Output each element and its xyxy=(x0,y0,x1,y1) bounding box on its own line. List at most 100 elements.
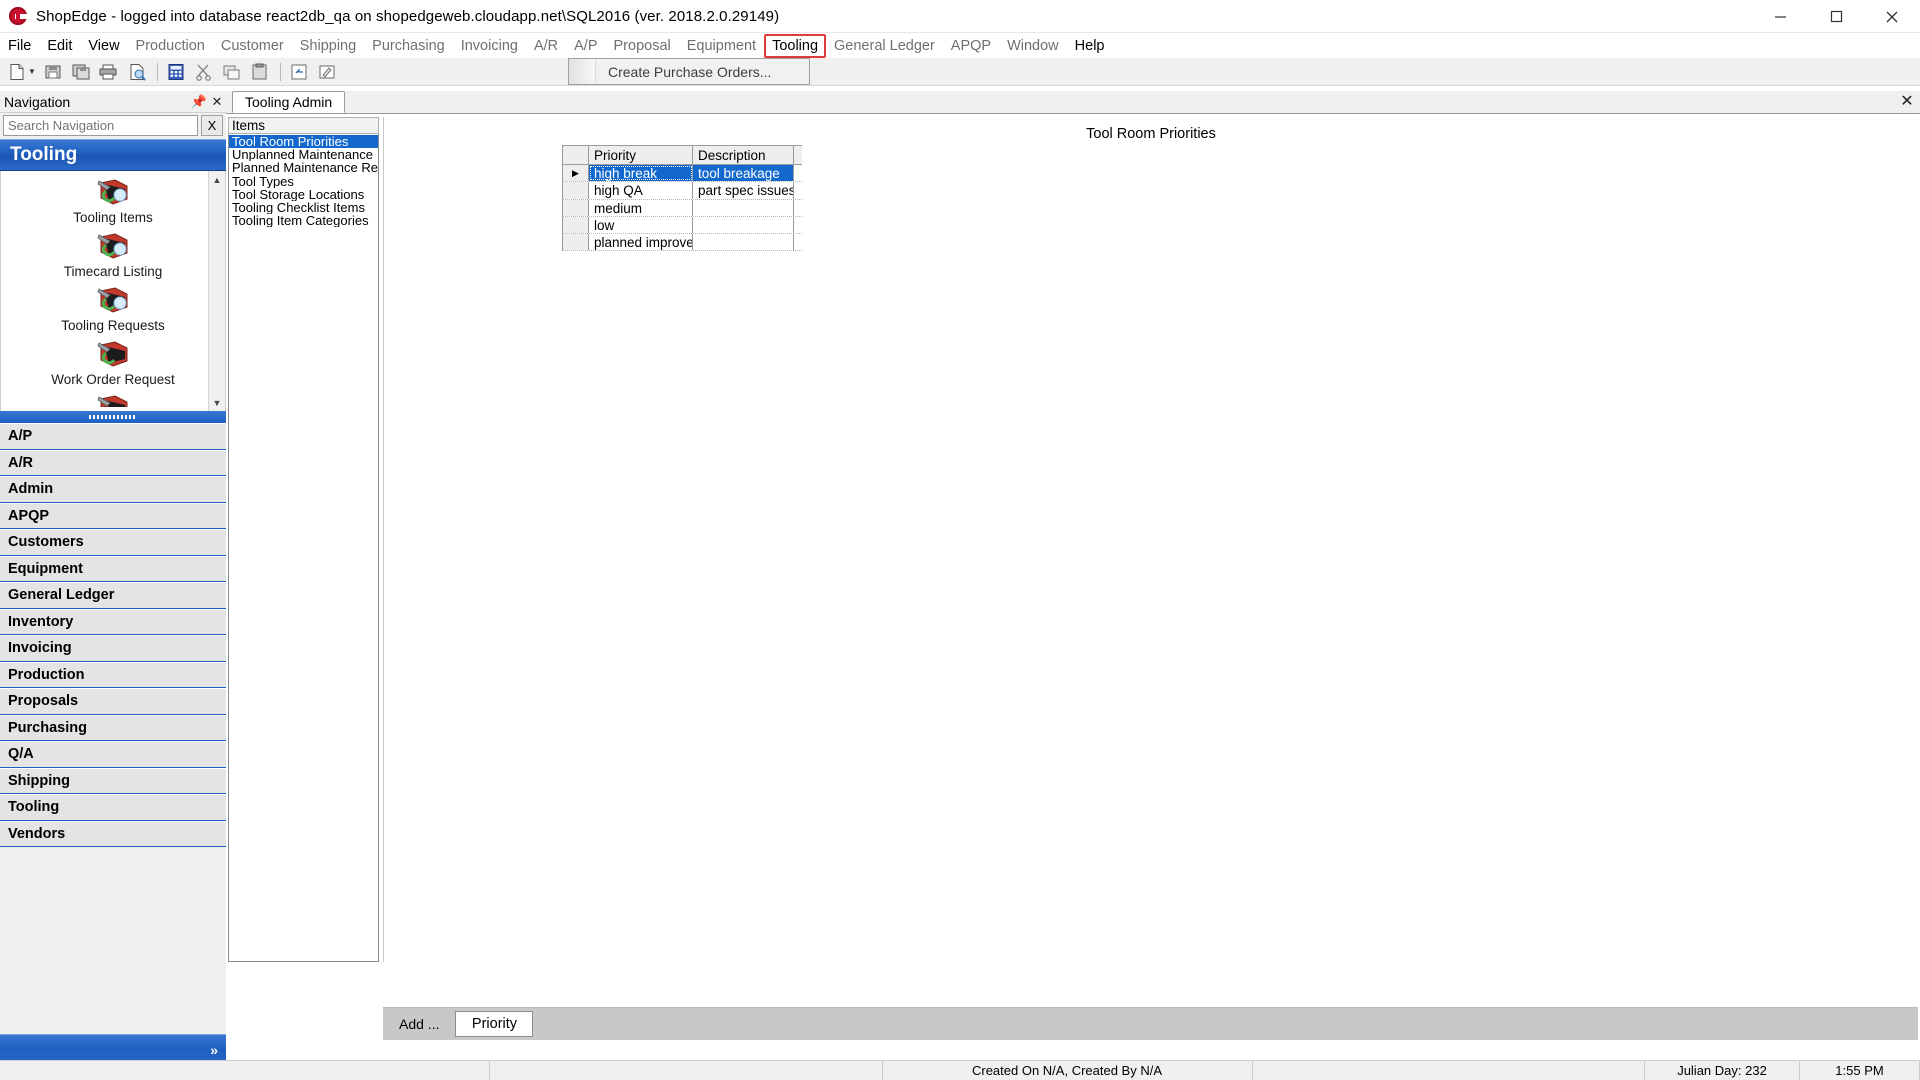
menu-production[interactable]: Production xyxy=(128,34,213,58)
cell-priority[interactable]: medium xyxy=(589,199,693,216)
priorities-grid[interactable]: Priority Description high break tool bre… xyxy=(562,145,802,252)
cell-description[interactable] xyxy=(693,234,794,251)
close-icon[interactable]: ✕ xyxy=(208,94,226,110)
clear-search-button[interactable]: X xyxy=(201,115,223,136)
paste-icon[interactable] xyxy=(247,60,273,84)
list-item[interactable]: Tool Storage Locations xyxy=(229,188,378,201)
nav-group-header-tooling[interactable]: Tooling xyxy=(0,139,226,171)
new-document-icon[interactable] xyxy=(4,60,30,84)
cell-description[interactable]: tool breakage xyxy=(693,165,794,182)
sidebar-item-customers[interactable]: Customers xyxy=(0,529,226,556)
menu-purchasing[interactable]: Purchasing xyxy=(364,34,453,58)
cell-priority[interactable]: high QA xyxy=(589,182,693,199)
notes-icon[interactable] xyxy=(314,60,340,84)
menu-customer[interactable]: Customer xyxy=(213,34,292,58)
undo-icon[interactable] xyxy=(286,60,312,84)
menu-apqp[interactable]: APQP xyxy=(943,34,999,58)
menu-tooling[interactable]: Tooling xyxy=(764,33,827,58)
sidebar-item-purchasing[interactable]: Purchasing xyxy=(0,714,226,741)
sidebar-item-qa[interactable]: Q/A xyxy=(0,741,226,768)
menu-file[interactable]: File xyxy=(0,34,39,58)
table-row[interactable]: medium xyxy=(563,199,802,217)
scroll-down-icon[interactable]: ▼ xyxy=(209,394,225,411)
print-preview-icon[interactable] xyxy=(124,60,150,84)
minimize-button[interactable] xyxy=(1752,0,1808,33)
sidebar-item-general-ledger[interactable]: General Ledger xyxy=(0,582,226,609)
table-row[interactable]: high break tool breakage xyxy=(563,165,802,183)
row-marker-icon xyxy=(563,216,589,234)
sidebar-item-shipping[interactable]: Shipping xyxy=(0,767,226,794)
menu-equipment[interactable]: Equipment xyxy=(679,34,764,58)
add-button[interactable]: Add ... xyxy=(399,1016,439,1032)
calculator-icon[interactable] xyxy=(163,60,189,84)
save-icon[interactable] xyxy=(40,60,66,84)
close-document-icon[interactable]: ✕ xyxy=(1894,91,1920,111)
menu-help[interactable]: Help xyxy=(1067,34,1113,58)
nav-shortcut-tooling-requests[interactable]: Tooling Requests xyxy=(1,279,225,333)
column-header-description[interactable]: Description xyxy=(693,146,794,164)
save-all-icon[interactable] xyxy=(68,60,94,84)
copy-icon[interactable] xyxy=(219,60,245,84)
sidebar-item-inventory[interactable]: Inventory xyxy=(0,608,226,635)
cut-icon[interactable] xyxy=(191,60,217,84)
cell-priority[interactable]: high break xyxy=(589,165,693,182)
list-item[interactable]: Planned Maintenance Re xyxy=(229,161,378,174)
menu-general-ledger[interactable]: General Ledger xyxy=(826,34,943,58)
menu-ap[interactable]: A/P xyxy=(566,34,605,58)
menu-shipping[interactable]: Shipping xyxy=(292,34,364,58)
table-row[interactable]: planned improve... xyxy=(563,234,802,252)
menu-gutter xyxy=(569,59,596,84)
nav-shortcut-timecard-listing[interactable]: Timecard Listing xyxy=(1,225,225,279)
toolbar-separator-2 xyxy=(279,62,281,81)
scroll-up-icon[interactable]: ▲ xyxy=(209,171,225,188)
menu-invoicing[interactable]: Invoicing xyxy=(453,34,526,58)
sidebar-item-ap[interactable]: A/P xyxy=(0,423,226,450)
items-list[interactable]: Tool Room Priorities Unplanned Maintenan… xyxy=(228,134,379,962)
nav-splitter-handle[interactable] xyxy=(0,411,226,423)
nav-shortcut-tooling-items[interactable]: Tooling Items xyxy=(1,171,225,225)
list-item[interactable]: Tool Room Priorities xyxy=(229,135,378,149)
list-item[interactable]: Tooling Checklist Items xyxy=(229,201,378,214)
row-marker-icon xyxy=(563,234,589,251)
list-item[interactable]: Tool Types xyxy=(229,175,378,188)
sidebar-item-production[interactable]: Production xyxy=(0,661,226,688)
cell-description[interactable] xyxy=(693,199,794,216)
maximize-button[interactable] xyxy=(1808,0,1864,33)
tab-tooling-admin[interactable]: Tooling Admin xyxy=(232,91,346,113)
sidebar-item-proposals[interactable]: Proposals xyxy=(0,688,226,715)
action-bar: Add ... Priority xyxy=(383,1007,1918,1040)
sidebar-item-tooling[interactable]: Tooling xyxy=(0,794,226,821)
cell-description[interactable]: part spec issues xyxy=(693,182,794,199)
menu-edit[interactable]: Edit xyxy=(39,34,80,58)
menu-item-create-purchase-orders[interactable]: Create Purchase Orders... xyxy=(569,59,809,84)
pin-icon[interactable]: 📌 xyxy=(190,94,208,110)
status-julian-day: Julian Day: 232 xyxy=(1645,1061,1800,1080)
nav-shortcut-work-order-request[interactable]: Work Order Request xyxy=(1,333,225,387)
menu-window[interactable]: Window xyxy=(999,34,1067,58)
menu-ar[interactable]: A/R xyxy=(526,34,566,58)
cell-priority[interactable]: planned improve... xyxy=(589,234,693,251)
list-item[interactable]: Unplanned Maintenance xyxy=(229,148,378,161)
nav-shortcut-partial[interactable] xyxy=(1,387,225,411)
print-icon[interactable] xyxy=(96,60,122,84)
cell-priority[interactable]: low xyxy=(589,216,693,234)
table-row[interactable]: low xyxy=(563,216,802,235)
menu-view[interactable]: View xyxy=(80,34,127,58)
nav-scrollbar[interactable]: ▲ ▼ xyxy=(208,171,225,411)
column-header-priority[interactable]: Priority xyxy=(589,146,693,164)
menu-proposal[interactable]: Proposal xyxy=(606,34,679,58)
sidebar-item-admin[interactable]: Admin xyxy=(0,476,226,503)
close-button[interactable] xyxy=(1864,0,1920,33)
cell-description[interactable] xyxy=(693,216,794,234)
navigation-search-row: X xyxy=(0,113,226,139)
sidebar-item-ar[interactable]: A/R xyxy=(0,449,226,476)
sidebar-item-vendors[interactable]: Vendors xyxy=(0,820,226,847)
tab-priority[interactable]: Priority xyxy=(455,1011,534,1037)
sidebar-item-apqp[interactable]: APQP xyxy=(0,502,226,529)
sidebar-item-invoicing[interactable]: Invoicing xyxy=(0,635,226,662)
search-input[interactable] xyxy=(3,115,198,136)
new-dropdown-caret-icon[interactable]: ▼ xyxy=(28,67,36,76)
table-row[interactable]: high QA part spec issues xyxy=(563,182,802,200)
sidebar-item-equipment[interactable]: Equipment xyxy=(0,555,226,582)
list-item[interactable]: Tooling Item Categories xyxy=(229,214,378,227)
